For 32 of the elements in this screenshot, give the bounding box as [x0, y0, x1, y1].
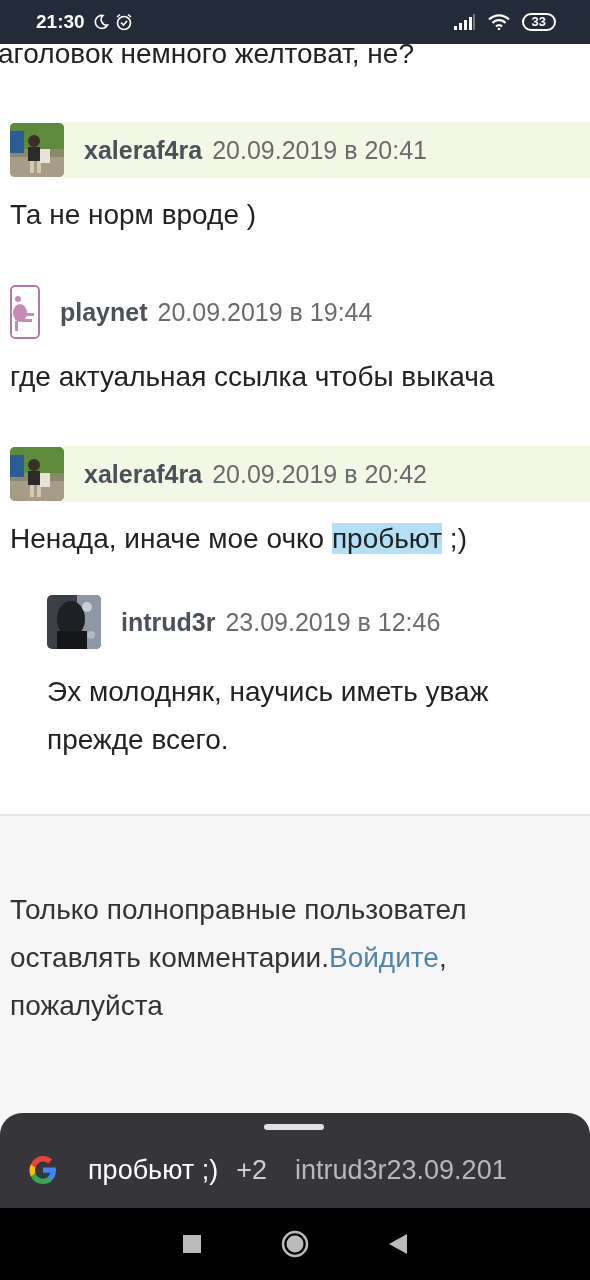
signal-icon: [453, 14, 476, 30]
comment-text: Ненада, иначе мое очко пробьют ;): [10, 522, 467, 556]
comment-author[interactable]: playnet: [60, 297, 148, 327]
match-count: +2: [236, 1154, 267, 1186]
search-suggestion[interactable]: intrud3r23.09.201: [295, 1154, 507, 1186]
back-button[interactable]: [389, 1234, 407, 1254]
drag-handle[interactable]: [264, 1124, 324, 1130]
notice-text: оставлять комментарии.: [10, 942, 329, 973]
comment-date: 23.09.2019 в 12:46: [225, 607, 441, 637]
moon-icon: [92, 14, 109, 30]
clock: 21:30: [36, 11, 85, 33]
comment-text: прежде всего.: [47, 723, 229, 757]
comment-author[interactable]: xaleraf4ra: [84, 459, 203, 489]
comment-date: 20.09.2019 в 20:42: [212, 459, 427, 489]
search-sheet[interactable]: пробьют ;) +2 intrud3r23.09.201: [0, 1113, 590, 1208]
login-link[interactable]: Войдите: [328, 942, 439, 973]
comment-date: 20.09.2019 в 20:41: [212, 135, 427, 165]
notice-text: пожалуйста: [10, 990, 163, 1021]
battery-level: 33: [521, 13, 556, 31]
comment-text: где актуальная ссылка чтобы выкача: [10, 360, 495, 394]
comment-text: аголовок немного желтоват, не?: [0, 37, 415, 71]
notice-text: Только полноправные пользовател: [10, 894, 467, 925]
comment-text: Эх молодняк, научись иметь уваж: [47, 675, 489, 709]
alarm-icon: [114, 13, 133, 31]
home-button[interactable]: [281, 1230, 309, 1258]
comment-text: Та не норм вроде ): [10, 198, 257, 232]
wifi-icon: [487, 14, 510, 30]
search-query[interactable]: пробьют ;): [88, 1154, 219, 1186]
comment-author[interactable]: intrud3r: [121, 607, 216, 637]
comma-text: ,: [438, 942, 447, 973]
comment-author[interactable]: xaleraf4ra: [84, 135, 203, 165]
comment-date: 20.09.2019 в 19:44: [157, 297, 373, 327]
